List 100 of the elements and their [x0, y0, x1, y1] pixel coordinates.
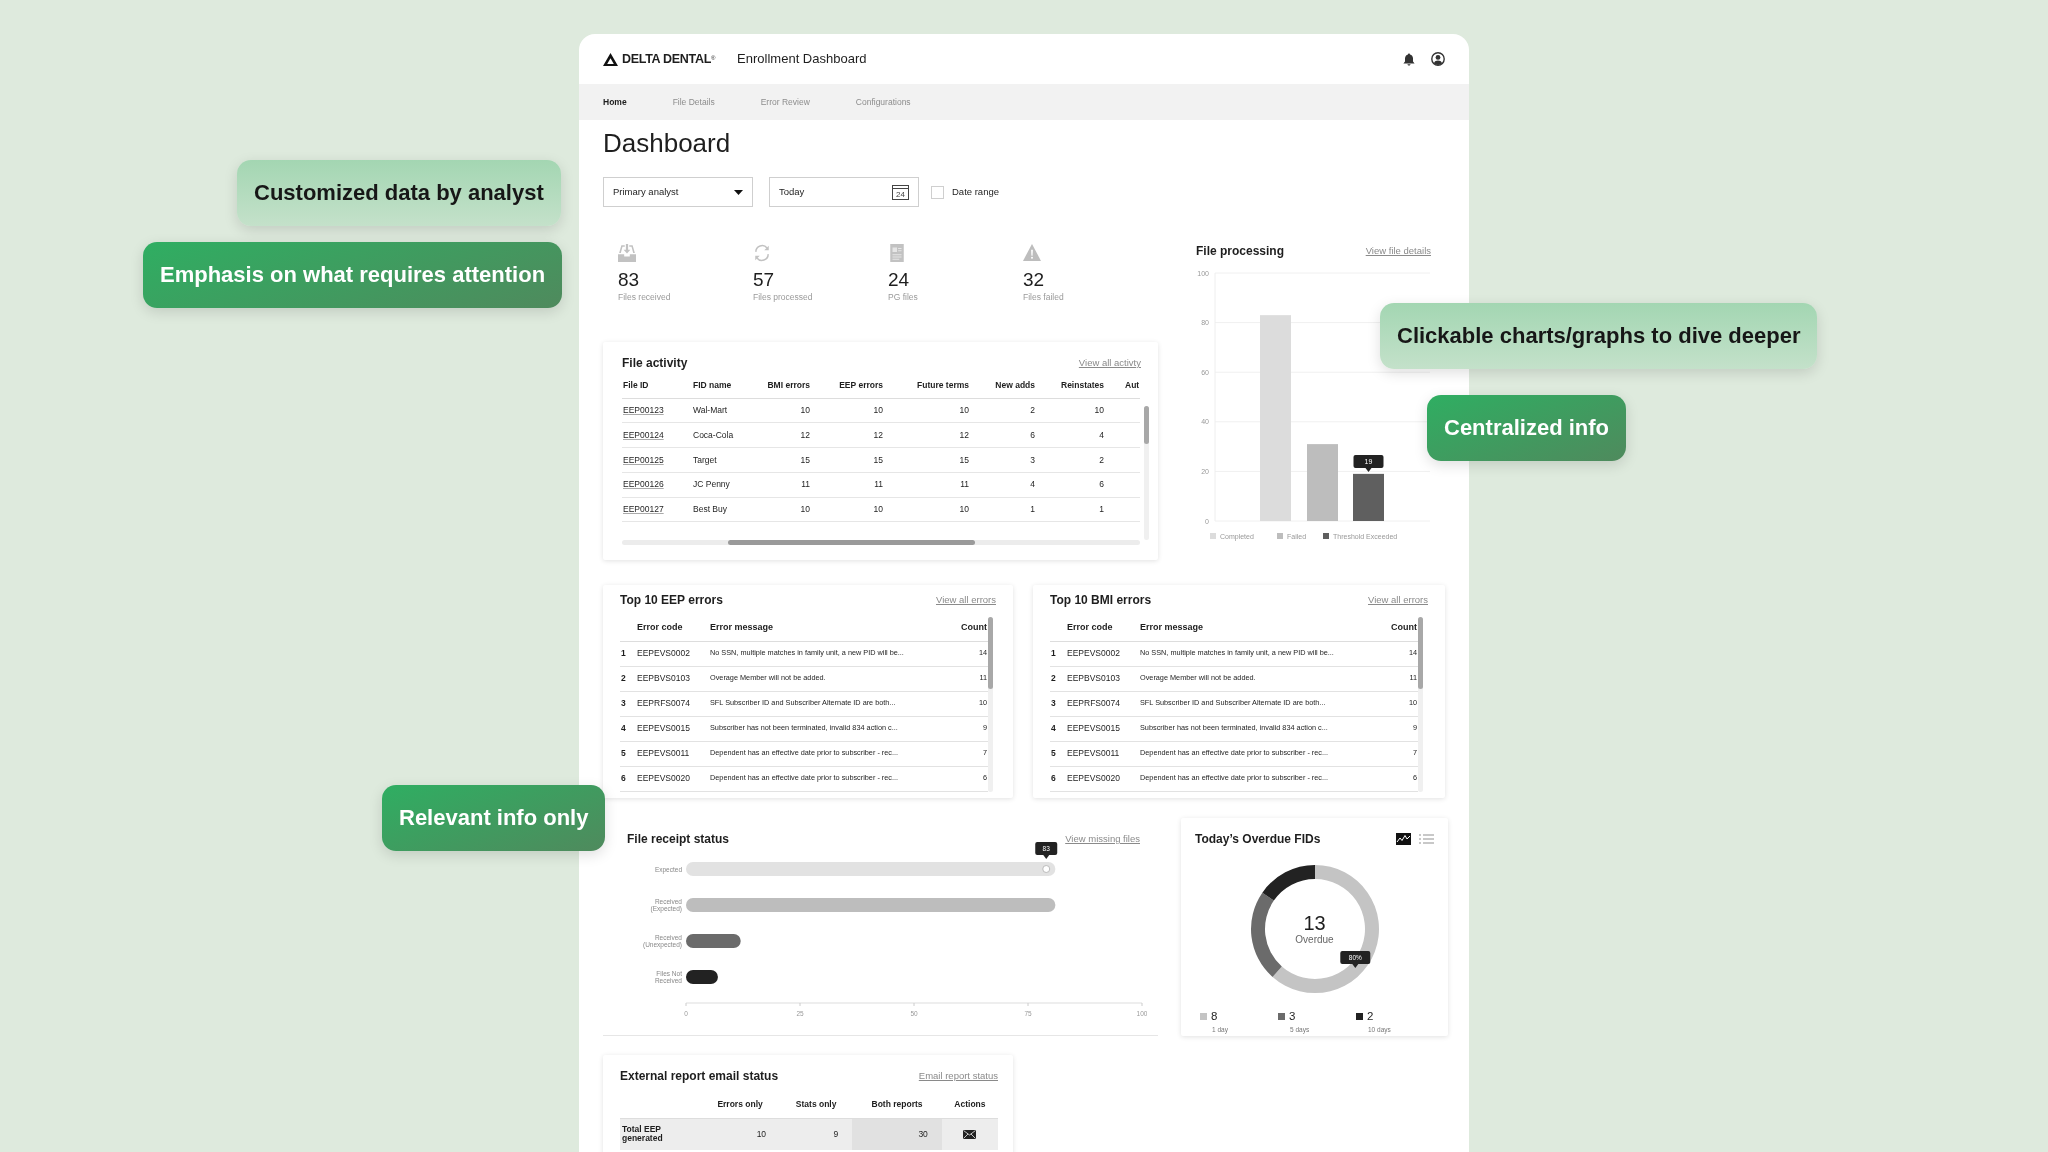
- column-header: EEP errors: [811, 372, 884, 398]
- table-cell: JC Penny: [692, 472, 755, 498]
- table-cell: EEPBVS0103: [636, 666, 709, 691]
- scrollbar-thumb[interactable]: [988, 617, 993, 689]
- table-cell: 11: [755, 472, 811, 498]
- stat-label: Files failed: [1023, 291, 1064, 304]
- bell-icon[interactable]: [1403, 52, 1415, 66]
- file-id-link[interactable]: EEP00127: [623, 504, 664, 515]
- document-icon: [888, 243, 906, 262]
- table-cell: 30: [852, 1118, 942, 1150]
- donut-slice[interactable]: [1272, 865, 1379, 993]
- file-id-link[interactable]: EEP00125: [623, 454, 664, 465]
- nav-tab[interactable]: File Details: [672, 95, 715, 109]
- card-title: File activity: [622, 355, 688, 372]
- column-header: New adds: [970, 372, 1036, 398]
- legend-value: 8: [1211, 1009, 1218, 1024]
- list-icon[interactable]: [1419, 833, 1434, 845]
- table-cell: 2: [620, 666, 636, 691]
- email-status-link[interactable]: Email report status: [918, 1068, 998, 1084]
- file-id-link[interactable]: EEP00126: [623, 479, 664, 490]
- table-cell: 15: [755, 447, 811, 473]
- donut-slice[interactable]: [1250, 892, 1282, 977]
- chart-title: File processing: [1196, 243, 1285, 260]
- user-icon[interactable]: [1431, 52, 1445, 66]
- table-cell: 3: [1050, 691, 1066, 716]
- table-cell: 2: [1050, 666, 1066, 691]
- column-header: Aut: [1105, 372, 1140, 398]
- scrollbar[interactable]: [988, 617, 993, 792]
- table-cell: EEPBVS0103: [1066, 666, 1139, 691]
- stat-value: 57: [753, 269, 775, 291]
- column-header: Error message: [1139, 614, 1390, 641]
- column-header: Actions: [941, 1091, 998, 1118]
- column-header: BMI errors: [755, 372, 811, 398]
- table-cell: 10: [755, 497, 811, 522]
- nav-tab[interactable]: Error Review: [760, 95, 810, 109]
- view-details-link[interactable]: View file details: [1365, 243, 1431, 259]
- view-all-link[interactable]: View all errors: [936, 592, 996, 608]
- legend-swatch: [1278, 1013, 1285, 1021]
- line-chart-icon[interactable]: [1396, 833, 1411, 845]
- column-header: FID name: [692, 372, 755, 398]
- table-cell: 3: [620, 691, 636, 716]
- table-cell: Best Buy: [692, 497, 755, 522]
- legend-swatch: [1277, 533, 1283, 539]
- table-cell: 4: [620, 716, 636, 741]
- view-all-link[interactable]: View all activty: [1078, 355, 1141, 371]
- envelope-icon[interactable]: [963, 1130, 977, 1140]
- file-id-link[interactable]: EEP00123: [623, 405, 664, 415]
- table-cell: EEPEVS0002: [636, 641, 709, 666]
- warning-icon: [1023, 243, 1041, 262]
- table-cell: EEPEVS0011: [636, 741, 709, 766]
- legend-value: 2: [1367, 1009, 1374, 1024]
- scrollbar-thumb[interactable]: [1418, 617, 1423, 689]
- callout-label: Clickable charts/graphs to dive deeper: [1380, 303, 1818, 369]
- scrollbar-thumb[interactable]: [1144, 406, 1149, 444]
- checkbox[interactable]: [931, 185, 944, 199]
- card-title: External report email status: [620, 1068, 779, 1085]
- analyst-select[interactable]: Primary analyst: [603, 177, 753, 207]
- column-header: Error code: [1066, 614, 1139, 641]
- row-label: Total EEP generated: [620, 1118, 700, 1150]
- scrollbar[interactable]: [622, 540, 1140, 546]
- marker-dot[interactable]: [1042, 865, 1051, 873]
- nav-tab[interactable]: Configurations: [855, 95, 911, 109]
- nav-tab[interactable]: Home: [603, 95, 627, 109]
- stat-label: Files received: [618, 291, 671, 304]
- bar[interactable]: [686, 970, 718, 984]
- card-title: File receipt status: [627, 831, 730, 848]
- scrollbar[interactable]: [1144, 406, 1149, 540]
- table-cell: EEPEVS0020: [636, 766, 709, 791]
- table-cell: 10: [884, 398, 970, 423]
- table-cell: Coca-Cola: [692, 422, 755, 448]
- date-field[interactable]: Today 24: [769, 177, 919, 207]
- legend-swatch: [1356, 1013, 1363, 1021]
- stat-label: PG files: [888, 291, 918, 304]
- legend-value: 3: [1289, 1009, 1296, 1024]
- app-title: Enrollment Dashboard: [737, 50, 867, 69]
- table-cell: 5: [1050, 741, 1066, 766]
- total-count: 13: [1303, 912, 1326, 934]
- table-cell: 9: [780, 1118, 853, 1150]
- table-cell: 3: [970, 447, 1036, 473]
- view-missing-link[interactable]: View missing files: [1065, 831, 1140, 847]
- card-title: Today’s Overdue FIDs: [1195, 831, 1321, 848]
- view-all-link[interactable]: View all errors: [1368, 592, 1428, 608]
- scrollbar[interactable]: [1418, 617, 1423, 792]
- column-header: Reinstates: [1036, 372, 1105, 398]
- table-cell: 1: [1036, 497, 1105, 522]
- file-id-link[interactable]: EEP00124: [623, 429, 664, 440]
- table-cell: 10: [884, 497, 970, 522]
- legend-swatch: [1200, 1013, 1207, 1021]
- table-cell: 12: [811, 422, 884, 448]
- card-title: Top 10 BMI errors: [1050, 592, 1152, 609]
- table-cell: EEPEVS0011: [1066, 741, 1139, 766]
- legend-swatch: [1210, 533, 1216, 539]
- table-cell: 10: [1036, 398, 1105, 423]
- column-header: Error code: [636, 614, 709, 641]
- callout-label: Emphasis on what requires attention: [143, 242, 563, 308]
- logo-icon: [603, 52, 618, 66]
- donut-slice[interactable]: [1261, 865, 1315, 901]
- total-label: Overdue: [1295, 934, 1334, 946]
- table-cell: Target: [692, 447, 755, 473]
- scrollbar-thumb[interactable]: [728, 540, 975, 546]
